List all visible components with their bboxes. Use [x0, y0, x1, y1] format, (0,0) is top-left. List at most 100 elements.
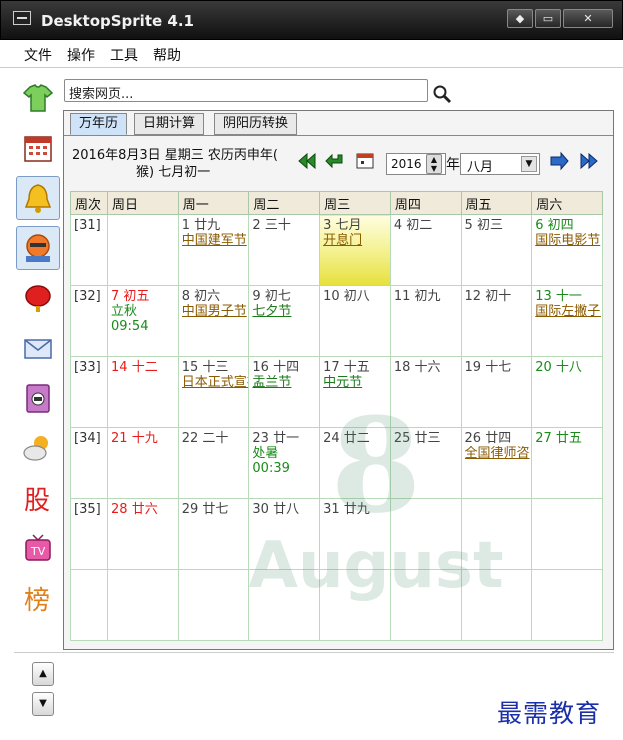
- day-cell[interactable]: 24 廿二: [319, 427, 391, 499]
- month-select[interactable]: 八月 ▼: [460, 153, 540, 175]
- day-cell[interactable]: 16 十四 盂兰节: [248, 356, 321, 428]
- prev-year-icon[interactable]: [296, 151, 318, 171]
- day-cell[interactable]: 15 十三日本正式宣布: [177, 356, 250, 428]
- day-cell[interactable]: 19 十七: [460, 356, 533, 428]
- maximize-button[interactable]: ▭: [535, 9, 561, 28]
- menu-file[interactable]: 文件: [24, 45, 52, 65]
- app-menu-icon[interactable]: [13, 11, 31, 25]
- day-number: 24 廿二: [323, 431, 370, 446]
- festival-link[interactable]: 国际左撇子日: [535, 304, 601, 319]
- day-lunar: 廿五: [555, 431, 582, 446]
- next-year-icon[interactable]: [578, 151, 600, 171]
- day-cell[interactable]: [531, 569, 603, 641]
- day-cell[interactable]: [107, 214, 179, 286]
- day-cell[interactable]: 3 七月 开息门: [319, 214, 391, 286]
- day-cell[interactable]: [531, 498, 603, 570]
- day-cell[interactable]: 23 廿一 处暑 00:39: [248, 427, 321, 499]
- day-solar: 27: [535, 431, 552, 446]
- day-cell[interactable]: 6 初四 国际电影节: [531, 214, 603, 286]
- day-cell[interactable]: 2 三十: [248, 214, 321, 286]
- scroll-up-button[interactable]: ▲: [32, 662, 54, 686]
- column-header: 周五: [460, 191, 533, 215]
- day-cell[interactable]: 25 廿三: [389, 427, 462, 499]
- festival-link[interactable]: 开息门: [323, 233, 389, 248]
- day-cell[interactable]: [460, 498, 533, 570]
- sidebar-item-contacts[interactable]: [16, 226, 60, 270]
- day-cell[interactable]: 27 廿五: [531, 427, 603, 499]
- day-lunar: 廿三: [414, 431, 441, 446]
- avatar-icon: [26, 234, 50, 262]
- day-cell[interactable]: 8 初六 中国男子节: [177, 285, 250, 357]
- festival-link[interactable]: 日本正式宣布: [182, 375, 248, 390]
- scroll-down-button[interactable]: ▼: [32, 692, 54, 716]
- day-cell[interactable]: 12 初十: [460, 285, 533, 357]
- close-button[interactable]: ✕: [563, 9, 613, 28]
- day-cell[interactable]: 17 十五 中元节: [319, 356, 391, 428]
- year-spinner[interactable]: ▲ ▼: [426, 154, 442, 174]
- festival-link[interactable]: 中国男子节: [182, 304, 248, 319]
- day-cell[interactable]: 31 廿九: [319, 498, 391, 570]
- day-cell[interactable]: 21 十九: [107, 427, 179, 499]
- calendar-panel: 万年历 日期计算 阴阳历转换 2016年8月3日 星期三 农历丙申年( 猴) 七…: [63, 110, 614, 650]
- tab-date-calc[interactable]: 日期计算: [134, 113, 205, 135]
- date-header-line1: 2016年8月3日 星期三 农历丙申年(: [72, 148, 278, 163]
- restore-button[interactable]: ◆: [507, 9, 533, 28]
- menu-tools[interactable]: 工具: [110, 45, 138, 65]
- sidebar-item-tv[interactable]: TV: [16, 526, 60, 570]
- day-cell[interactable]: 9 初七 七夕节: [248, 285, 321, 357]
- sidebar-item-mail[interactable]: [16, 326, 60, 370]
- festival-link[interactable]: 七夕节: [252, 304, 318, 319]
- menu-help[interactable]: 帮助: [153, 45, 181, 65]
- festival-link[interactable]: 全国律师咨: [465, 446, 531, 461]
- day-cell[interactable]: 22 二十: [177, 427, 250, 499]
- back-today-icon[interactable]: [324, 151, 346, 171]
- festival-link[interactable]: 中国建军节: [182, 233, 248, 248]
- day-cell[interactable]: 1 廿九 中国建军节: [177, 214, 250, 286]
- sidebar-item-festival[interactable]: [16, 276, 60, 320]
- day-cell[interactable]: 18 十六: [389, 356, 462, 428]
- search-icon[interactable]: [432, 84, 452, 104]
- day-cell[interactable]: 14 十二: [107, 356, 179, 428]
- day-cell[interactable]: 26 廿四 全国律师咨: [460, 427, 533, 499]
- day-cell[interactable]: [319, 569, 391, 641]
- next-month-icon[interactable]: [548, 151, 570, 171]
- sidebar-item-weather[interactable]: [16, 426, 60, 470]
- week-row: [35] 28 廿六 29 廿七 30 廿八 31 廿九: [70, 498, 603, 570]
- tab-divider: [64, 135, 613, 136]
- search-input[interactable]: 搜索网页...: [64, 79, 428, 102]
- day-cell[interactable]: [107, 569, 179, 641]
- day-cell[interactable]: 20 十八: [531, 356, 603, 428]
- day-cell[interactable]: 7 初五 立秋 09:54: [107, 285, 179, 357]
- day-lunar: 廿九: [194, 218, 221, 233]
- day-cell[interactable]: 5 初三: [460, 214, 533, 286]
- sidebar-item-stock[interactable]: 股: [16, 476, 60, 520]
- sidebar-item-clothes[interactable]: [16, 76, 60, 120]
- day-cell[interactable]: 11 初九: [389, 285, 462, 357]
- day-cell[interactable]: [460, 569, 533, 641]
- day-cell[interactable]: 13 十一国际左撇子日: [531, 285, 603, 357]
- day-cell[interactable]: [248, 569, 321, 641]
- festival-link[interactable]: 国际电影节: [535, 233, 601, 248]
- day-cell[interactable]: [389, 569, 462, 641]
- title-bar[interactable]: DesktopSprite 4.1 ◆ ▭ ✕: [0, 0, 623, 40]
- sidebar-item-ranking[interactable]: 榜: [16, 576, 60, 620]
- day-cell[interactable]: [177, 569, 250, 641]
- sidebar-item-alarm[interactable]: [16, 176, 60, 220]
- date-picker-icon[interactable]: [354, 151, 376, 171]
- day-cell[interactable]: 29 廿七: [177, 498, 250, 570]
- tab-lunar-convert[interactable]: 阴阳历转换: [214, 113, 298, 135]
- day-cell[interactable]: 30 廿八: [248, 498, 321, 570]
- festival-link[interactable]: 盂兰节: [252, 375, 318, 390]
- sidebar-item-phonebook[interactable]: [16, 376, 60, 420]
- sidebar-item-calendar[interactable]: [16, 126, 60, 170]
- week-number: [34]: [70, 427, 108, 499]
- chevron-down-icon[interactable]: ▼: [521, 156, 537, 172]
- day-cell[interactable]: 28 廿六: [107, 498, 179, 570]
- day-number: 2 三十: [252, 218, 290, 233]
- festival-link[interactable]: 中元节: [323, 375, 389, 390]
- menu-operate[interactable]: 操作: [67, 45, 95, 65]
- day-cell[interactable]: 4 初二: [389, 214, 462, 286]
- day-cell[interactable]: 10 初八: [319, 285, 391, 357]
- tab-perpetual-calendar[interactable]: 万年历: [70, 113, 128, 135]
- day-cell[interactable]: [389, 498, 462, 570]
